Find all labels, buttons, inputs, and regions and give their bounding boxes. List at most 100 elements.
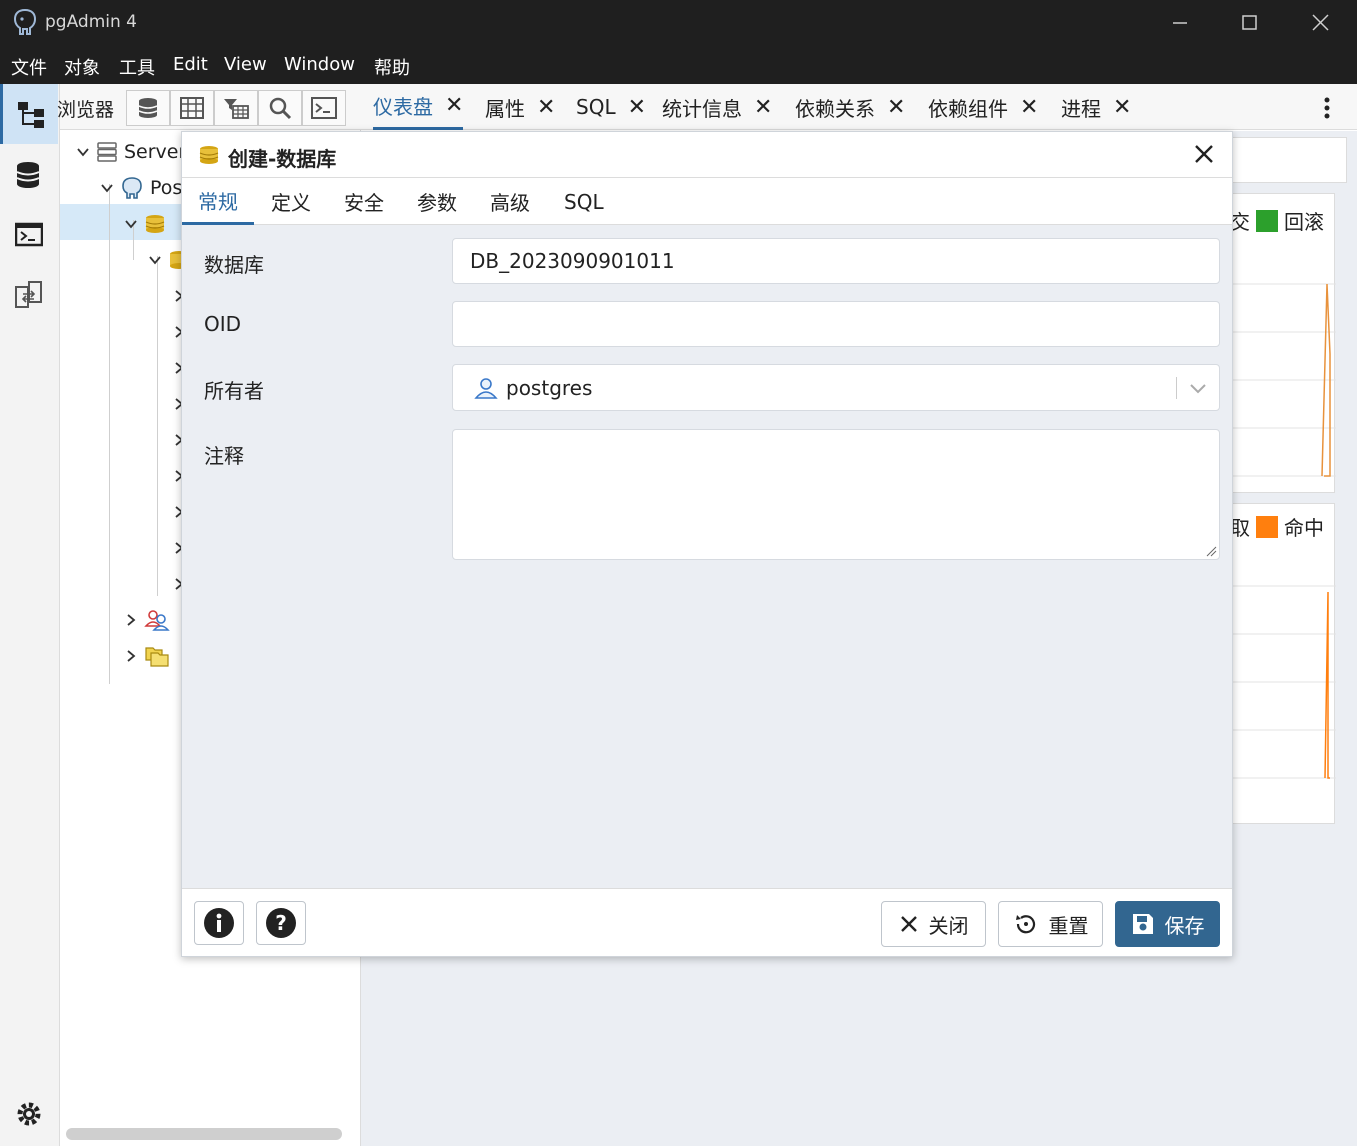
psql-toolbar-button[interactable] — [302, 90, 346, 126]
close-icon — [900, 916, 917, 932]
menu-object[interactable]: 对象 — [64, 54, 100, 80]
settings-button[interactable] — [0, 1084, 58, 1144]
close-icon[interactable] — [1192, 142, 1216, 166]
close-icon[interactable]: ✕ — [1020, 95, 1038, 120]
oid-input[interactable] — [452, 301, 1220, 347]
tab-definition[interactable]: 定义 — [255, 178, 327, 225]
servers-icon — [97, 142, 117, 162]
tab-dependencies[interactable]: 依赖关系 ✕ — [795, 84, 905, 130]
reset-button[interactable]: 重置 — [998, 901, 1103, 947]
chevron-down-icon — [77, 148, 89, 157]
folders-icon — [145, 647, 169, 667]
close-icon[interactable]: ✕ — [754, 95, 772, 120]
tree-node-tablespaces[interactable] — [124, 641, 170, 671]
tab-statistics[interactable]: 统计信息 ✕ — [662, 84, 772, 130]
tab-label: 依赖组件 — [928, 96, 1008, 121]
terminal-icon — [15, 222, 43, 247]
reset-button-label: 重置 — [1048, 913, 1089, 938]
tab-processes[interactable]: 进程 ✕ — [1061, 84, 1131, 130]
horizontal-scrollbar[interactable] — [66, 1128, 342, 1140]
tree-node-servers[interactable]: Servers — [76, 137, 196, 167]
save-button-label: 保存 — [1164, 913, 1205, 938]
schema-diff-icon — [15, 281, 42, 308]
reset-icon — [1015, 915, 1035, 934]
database-icon — [199, 146, 219, 164]
menu-help[interactable]: 帮助 — [374, 54, 410, 80]
legend-partial-label: 取 — [1230, 516, 1250, 540]
tree-guide-line — [157, 256, 158, 596]
menu-edit[interactable]: Edit — [173, 54, 208, 75]
block-io-chart-lines — [1230, 585, 1336, 779]
menu-view[interactable]: View — [224, 54, 267, 75]
owner-select[interactable]: postgres — [452, 364, 1220, 411]
save-icon — [1132, 914, 1153, 934]
close-icon[interactable]: ✕ — [445, 93, 463, 118]
window-close-button[interactable] — [1300, 8, 1340, 38]
pgadmin-logo-icon — [13, 8, 37, 35]
view-data-toolbar-button[interactable] — [170, 90, 214, 126]
gear-icon — [17, 1102, 41, 1126]
tab-sql[interactable]: SQL — [548, 178, 620, 225]
tab-dependents[interactable]: 依赖组件 ✕ — [928, 84, 1038, 130]
more-options-icon[interactable] — [1323, 96, 1331, 120]
create-database-dialog: 创建-数据库 常规 定义 安全 参数 高级 SQL 数据库 DB_2023090… — [181, 131, 1233, 957]
close-icon[interactable]: ✕ — [1113, 95, 1131, 120]
close-icon[interactable]: ✕ — [628, 95, 646, 120]
tab-label: 依赖关系 — [795, 96, 875, 121]
schema-diff-button[interactable] — [0, 265, 58, 325]
chevron-down-icon — [125, 220, 137, 229]
tab-label: 统计信息 — [662, 96, 742, 121]
minimize-button[interactable] — [1160, 8, 1200, 38]
comment-textarea[interactable] — [452, 429, 1220, 560]
window-title: pgAdmin 4 — [45, 12, 137, 32]
tab-advanced[interactable]: 高级 — [474, 178, 546, 225]
tree-node-login-roles[interactable] — [124, 605, 170, 635]
help-icon: ? — [266, 908, 296, 938]
database-name-input[interactable]: DB_2023090901011 — [452, 238, 1220, 284]
comment-label: 注释 — [204, 444, 244, 468]
maximize-button[interactable] — [1229, 8, 1269, 38]
resize-handle-icon[interactable] — [1205, 545, 1217, 557]
tree-node-databases[interactable] — [124, 209, 166, 239]
tab-general[interactable]: 常规 — [182, 178, 254, 225]
object-explorer-button[interactable] — [0, 84, 58, 144]
menu-window[interactable]: Window — [284, 54, 355, 75]
minimize-icon — [1173, 22, 1187, 24]
filtered-rows-toolbar-button[interactable] — [214, 90, 258, 126]
query-tool-button[interactable] — [0, 145, 58, 205]
search-objects-toolbar-button[interactable] — [258, 90, 302, 126]
chevron-down-icon — [101, 184, 113, 193]
dialog-header[interactable]: 创建-数据库 — [182, 132, 1232, 178]
close-button[interactable]: 关闭 — [881, 901, 986, 947]
database-icon — [16, 162, 40, 188]
terminal-icon — [311, 97, 337, 119]
database-label: 数据库 — [204, 253, 264, 277]
chevron-down-icon[interactable] — [1189, 380, 1207, 396]
databases-icon — [145, 215, 165, 233]
tab-parameters[interactable]: 参数 — [401, 178, 473, 225]
close-icon[interactable]: ✕ — [537, 95, 555, 120]
tab-sql[interactable]: SQL ✕ — [576, 84, 646, 130]
save-button[interactable]: 保存 — [1115, 901, 1220, 947]
transactions-chart-lines — [1230, 283, 1336, 477]
object-explorer-title: 浏览器 — [56, 99, 114, 121]
tree-icon — [17, 102, 44, 128]
tab-security[interactable]: 安全 — [328, 178, 400, 225]
help-button[interactable]: ? — [256, 901, 306, 945]
close-button-label: 关闭 — [928, 913, 969, 938]
close-icon[interactable]: ✕ — [887, 95, 905, 120]
roles-icon — [144, 610, 170, 631]
tab-dashboard[interactable]: 仪表盘 ✕ — [373, 84, 464, 130]
tab-label: 进程 — [1061, 96, 1101, 121]
info-button[interactable] — [194, 901, 244, 945]
psql-tool-button[interactable] — [0, 205, 58, 265]
query-tool-toolbar-button[interactable] — [126, 90, 170, 126]
menu-tools[interactable]: 工具 — [119, 54, 155, 80]
object-explorer-header: 浏览器 — [57, 84, 361, 130]
postgres-elephant-icon — [122, 177, 142, 199]
menu-file[interactable]: 文件 — [11, 54, 47, 80]
tab-label: SQL — [576, 95, 616, 119]
legend-label: 回滚 — [1284, 210, 1324, 234]
tab-properties[interactable]: 属性 ✕ — [485, 84, 555, 130]
info-icon — [204, 908, 234, 938]
